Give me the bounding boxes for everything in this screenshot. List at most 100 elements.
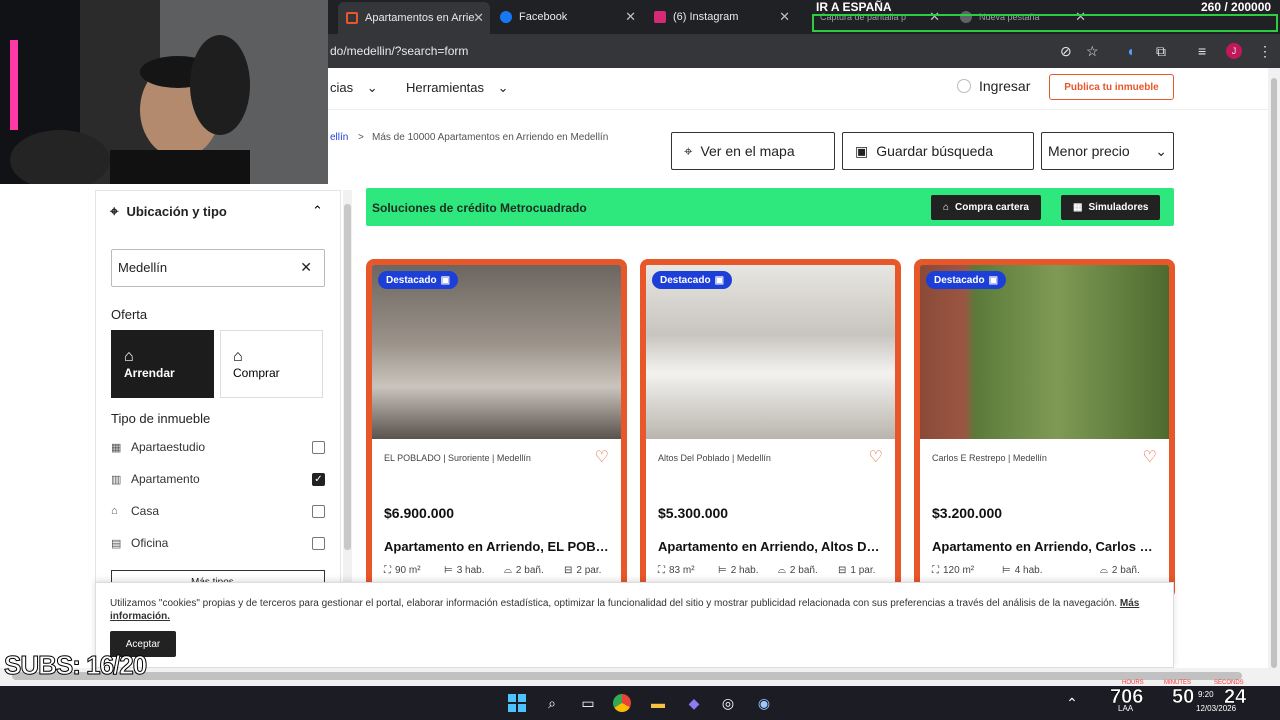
url-field[interactable]: do/medellin/?search=form [330,44,468,58]
listing-photo[interactable] [646,265,895,439]
feature-value: 1 par. [850,565,876,576]
type-option-house[interactable]: ⌂ Casa [111,501,325,521]
apartment-icon: ▥ [111,473,122,486]
checkbox-checked[interactable]: ✓ [312,472,325,486]
horizontal-scrollbar[interactable] [0,668,1280,686]
save-search-button[interactable]: ▣ Guardar búsqueda [842,132,1034,170]
sort-select[interactable]: Menor precio ⌄ [1041,132,1174,170]
baths-feature: ⌓ 2 bañ. [1100,565,1140,576]
checkbox[interactable] [312,504,325,518]
button-label: Ver en el mapa [700,143,795,159]
clear-icon[interactable]: ✕ [300,259,312,276]
buy-hand-icon: ⌂ [233,348,243,365]
chrome-icon[interactable] [612,693,632,713]
type-option-apartment[interactable]: ▥ Apartamento ✓ [111,469,325,489]
buy-portfolio-button[interactable]: ⌂ Compra cartera [931,195,1041,220]
favorite-heart-icon[interactable]: ♡ [869,447,883,467]
breadcrumb-prev[interactable]: ellín [330,132,348,143]
media-icon[interactable]: ≡ [1198,43,1206,59]
extensions-puzzle-icon[interactable]: ⧉ [1156,43,1166,60]
close-tab-icon[interactable]: ✕ [779,9,790,25]
area-feature: ⛶ 90 m² [384,565,421,576]
tab-facebook[interactable]: Facebook ✕ [492,4,642,30]
obs-icon[interactable]: ◎ [718,693,738,713]
listing-location: Carlos E Restrepo | Medellín [932,453,1047,463]
subs-counter-overlay: SUBS: 16/20 [3,650,147,681]
type-option-office[interactable]: ▤ Oficina [111,533,325,553]
windows-taskbar: ⌕ ▭ ▬ ◆ ◎ ◉ ⌃ 9:20 12/03/2026 LAA [0,686,1280,720]
bed-icon: ⊨ [444,565,453,576]
listing-title[interactable]: Apartamento en Arriendo, Carlos E Restre… [932,539,1157,554]
tab-metrocuadrado[interactable]: Apartamentos en Arrie ✕ [338,2,490,34]
banner-text: Soluciones de crédito Metrocuadrado [372,201,587,215]
extension-icon[interactable]: ◖ [1126,43,1134,59]
listing-card[interactable]: Destacado ▣ Carlos E Restrepo | Medellín … [914,259,1175,599]
house-icon: ⌂ [111,505,118,517]
overlay-goal-text: 260 / 200000 [1201,0,1272,14]
badge-label: Destacado [934,274,985,286]
menu-dots-icon[interactable]: ⋮ [1258,43,1272,60]
scrollbar-thumb[interactable] [12,672,1242,680]
close-tab-icon[interactable]: ✕ [625,9,636,25]
bookmark-star-icon[interactable]: ☆ [1086,43,1099,60]
chevron-down-icon: ⌄ [366,80,378,95]
office-icon: ▤ [111,537,122,550]
offer-rent-option[interactable]: ⌂ Arrendar [111,330,214,398]
login-link[interactable]: Ingresar [957,78,1030,94]
type-option-studio[interactable]: ▦ Apartaestudio [111,437,325,457]
clock-time: 9:20 [1198,690,1214,699]
simulators-button[interactable]: ▦ Simuladores [1061,195,1161,220]
button-label: Compra cartera [955,202,1029,213]
nav-item-partial[interactable]: cias ⌄ [330,80,378,96]
search-icon[interactable]: ⌕ [542,693,562,713]
chevron-down-icon: ⌄ [497,80,509,95]
publish-property-button[interactable]: Publica tu inmueble [1049,74,1174,100]
baths-feature: ⌓ 2 bañ. [504,565,544,576]
scrollbar-thumb[interactable] [1271,78,1277,668]
listing-card[interactable]: Destacado ▣ Altos Del Poblado | Medellín … [640,259,901,599]
view-map-button[interactable]: ⌖ Ver en el mapa [671,132,835,170]
feature-value: 120 m² [943,565,975,576]
location-type-header[interactable]: ⌖ Ubicación y tipo [110,203,227,220]
page-scrollbar[interactable] [1268,68,1280,668]
tab-instagram[interactable]: (6) Instagram ✕ [646,4,796,30]
chevron-down-icon: ⌄ [1155,142,1167,159]
feature-value: 4 hab. [1014,565,1043,576]
baths-feature: ⌓ 2 bañ. [778,565,818,576]
area-icon: ⛶ [932,565,939,576]
offer-label: Comprar [233,366,280,380]
checkbox[interactable] [312,440,325,454]
task-view-icon[interactable]: ▭ [578,693,598,713]
tray-chevron-up-icon[interactable]: ⌃ [1062,693,1082,713]
steam-icon[interactable]: ◉ [754,693,774,713]
search-value: Medellín [118,260,168,275]
favorite-heart-icon[interactable]: ♡ [595,447,609,467]
listing-photo[interactable] [920,265,1169,439]
file-explorer-icon[interactable]: ▬ [648,693,668,713]
star-calendar-icon: ▣ [440,274,451,286]
listing-title[interactable]: Apartamento en Arriendo, EL POBLADO [384,539,609,554]
app-icon[interactable]: ◆ [684,693,704,713]
scrollbar-thumb[interactable] [344,204,351,550]
featured-badge: Destacado ▣ [652,271,733,289]
checkbox[interactable] [312,536,325,550]
listing-title[interactable]: Apartamento en Arriendo, Altos Del Pobla… [658,539,883,554]
overlay-counter-a: 706 [1110,686,1144,709]
rooms-feature: ⊨ 4 hab. [1002,565,1043,576]
location-search-input[interactable]: Medellín ✕ [111,249,325,287]
listing-photo[interactable] [372,265,621,439]
type-label: Oficina [131,536,169,550]
nav-item-tools[interactable]: Herramientas ⌄ [406,80,509,96]
windows-start-icon[interactable] [507,693,527,713]
eye-off-icon[interactable]: ⊘ [1060,43,1072,60]
cookie-message: Utilizamos "cookies" propias y de tercer… [110,598,1118,609]
close-tab-icon[interactable]: ✕ [473,10,484,26]
profile-avatar[interactable]: J [1226,43,1242,59]
chevron-up-icon[interactable]: ⌃ [312,203,323,219]
property-type-title: Tipo de inmueble [111,411,211,426]
overlay-counter-b: 50 [1172,686,1195,709]
favorite-heart-icon[interactable]: ♡ [1143,447,1157,467]
listing-card[interactable]: Destacado ▣ EL POBLADO | Suroriente | Med… [366,259,627,599]
offer-buy-option[interactable]: ⌂ Comprar [220,330,323,398]
login-label: Ingresar [979,78,1031,94]
